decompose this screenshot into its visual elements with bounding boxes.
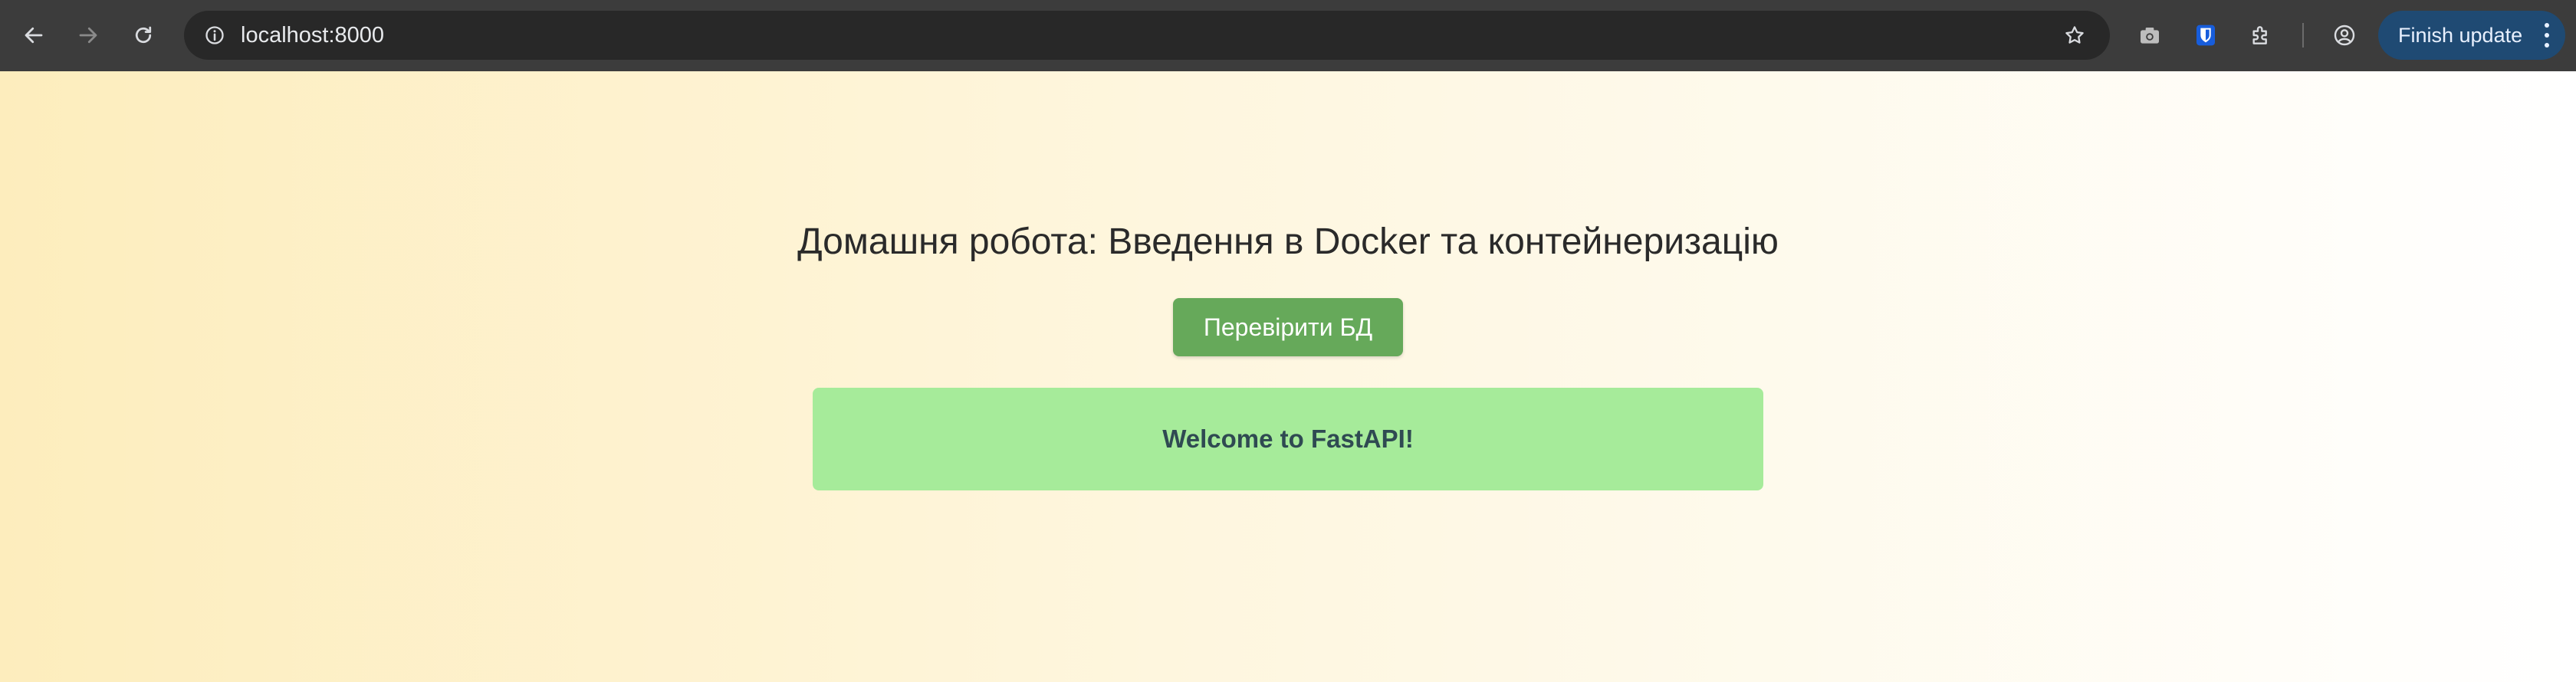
welcome-message: Welcome to FastAPI!	[1162, 425, 1414, 453]
address-bar[interactable]: localhost:8000	[184, 11, 2110, 60]
toolbar-divider	[2302, 23, 2304, 48]
profile-icon[interactable]	[2326, 17, 2363, 54]
star-icon[interactable]	[2056, 17, 2093, 54]
finish-update-label: Finish update	[2398, 23, 2523, 47]
message-box: Welcome to FastAPI!	[813, 388, 1763, 490]
check-db-button[interactable]: Перевірити БД	[1173, 298, 1403, 356]
info-icon[interactable]	[196, 17, 233, 54]
page-title: Домашня робота: Введення в Docker та кон…	[797, 221, 1779, 262]
puzzle-icon[interactable]	[2242, 17, 2279, 54]
finish-update-button[interactable]: Finish update	[2378, 11, 2565, 60]
reload-icon[interactable]	[125, 17, 162, 54]
back-arrow-icon[interactable]	[15, 17, 52, 54]
browser-toolbar: localhost:8000 Finish update	[0, 0, 2576, 71]
camera-icon[interactable]	[2131, 17, 2168, 54]
kebab-menu-icon[interactable]	[2542, 23, 2551, 48]
page-content: Домашня робота: Введення в Docker та кон…	[0, 71, 2576, 682]
url-text[interactable]: localhost:8000	[241, 11, 384, 60]
shield-icon[interactable]	[2187, 17, 2224, 54]
forward-arrow-icon[interactable]	[70, 17, 107, 54]
